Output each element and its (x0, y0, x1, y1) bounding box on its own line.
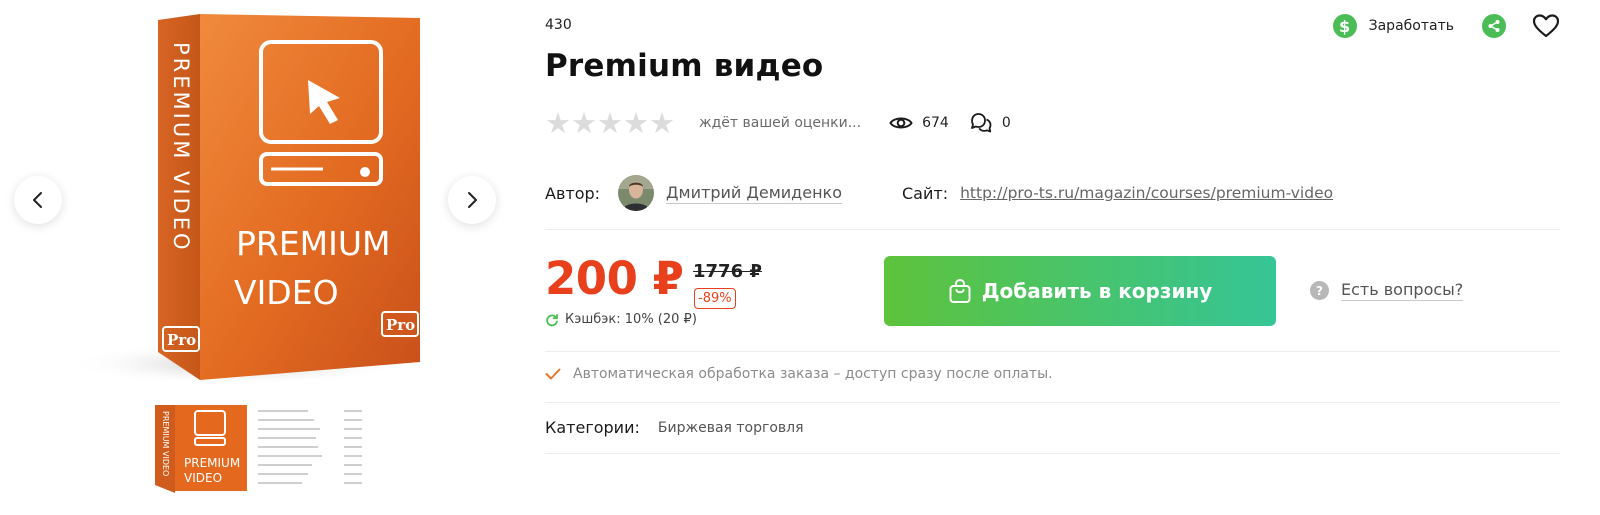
heart-icon[interactable] (1532, 12, 1560, 40)
star-icon[interactable]: ★ (623, 108, 649, 138)
questions-label: Есть вопросы? (1341, 280, 1464, 301)
earn-button[interactable]: $ Заработать (1332, 14, 1454, 38)
rating-row: ★ ★ ★ ★ ★ ждёт вашей оценки... 674 0 (545, 108, 1011, 138)
box-front-line1: PREMIUM (236, 224, 391, 263)
chevron-right-icon (468, 192, 477, 208)
divider (545, 229, 1560, 230)
question-icon: ? (1310, 281, 1329, 300)
thumb-text-line1: PREMIUM (184, 456, 240, 470)
rating-text: ждёт вашей оценки... (699, 115, 862, 131)
page-title: Premium видео (545, 48, 824, 84)
gallery-prev-button[interactable] (14, 176, 62, 224)
site-label: Сайт: (902, 183, 949, 203)
author-name-link[interactable]: Дмитрий Демиденко (666, 183, 842, 204)
product-sku: 430 (545, 17, 572, 33)
box-side-text: PREMIUM VIDEO (169, 42, 193, 253)
old-price: 1776 ₽ (693, 261, 762, 282)
star-icon[interactable]: ★ (597, 108, 623, 138)
add-to-cart-label: Добавить в корзину (981, 279, 1213, 303)
dollar-icon: $ (1332, 14, 1357, 38)
auto-processing-notice: Автоматическая обработка заказа – доступ… (545, 366, 1053, 382)
categories-row: Категории: Биржевая торговля (545, 418, 804, 437)
gallery-thumbnail-2[interactable] (258, 405, 368, 493)
check-icon (545, 368, 561, 380)
views-counter: 674 (889, 115, 949, 131)
price-block: 200 ₽ 1776 ₽ -89% Кэшбэк: 10% (20 ₽) (545, 252, 875, 332)
divider (545, 402, 1560, 403)
cashback-info: Кэшбэк: 10% (20 ₽) (545, 312, 697, 327)
svg-text:PREMIUM VIDEO: PREMIUM VIDEO (161, 411, 170, 476)
divider (545, 453, 1560, 454)
refresh-icon (546, 313, 558, 326)
star-icon[interactable]: ★ (571, 108, 597, 138)
gallery-next-button[interactable] (448, 176, 496, 224)
category-link[interactable]: Биржевая торговля (658, 420, 804, 436)
author-row: Автор: Дмитрий Демиденко Сайт: http://pr… (545, 175, 1333, 211)
discount-badge: -89% (694, 288, 736, 309)
comments-counter[interactable]: 0 (969, 112, 1011, 134)
star-icon[interactable]: ★ (649, 108, 675, 138)
box-front-line2: VIDEO (234, 273, 339, 312)
thumb-text-line2: VIDEO (184, 471, 222, 485)
box-badge-side: Pro (167, 331, 196, 349)
cashback-text: Кэшбэк: 10% (20 ₽) (565, 312, 697, 327)
shopping-bag-icon (949, 278, 971, 303)
top-actions: $ Заработать (1332, 10, 1560, 42)
star-icon[interactable]: ★ (545, 108, 571, 138)
gallery-thumbnail-1[interactable]: PREMIUM VIDEO PREMIUM VIDEO (147, 405, 257, 493)
author-label: Автор: (545, 183, 601, 203)
comment-icon (970, 113, 992, 133)
questions-link[interactable]: ? Есть вопросы? (1310, 280, 1464, 301)
divider (545, 351, 1560, 352)
comments-count: 0 (1001, 115, 1011, 131)
product-main-image[interactable]: PREMIUM VIDEO PREMIUM VIDEO Pro Pro (68, 12, 428, 387)
earn-label: Заработать (1368, 18, 1454, 34)
chevron-left-icon (33, 192, 42, 208)
share-icon[interactable] (1482, 14, 1506, 38)
product-info: 430 Premium видео $ Заработать ★ ★ ★ ★ ★… (545, 0, 1560, 515)
add-to-cart-button[interactable]: Добавить в корзину (884, 256, 1276, 326)
views-count: 674 (922, 115, 949, 131)
product-gallery: PREMIUM VIDEO PREMIUM VIDEO Pro Pro PREM… (0, 0, 510, 515)
current-price: 200 ₽ (545, 252, 684, 305)
categories-label: Категории: (545, 418, 640, 437)
eye-icon (889, 117, 913, 129)
box-badge-front: Pro (386, 316, 415, 334)
auto-processing-text: Автоматическая обработка заказа – доступ… (573, 366, 1053, 382)
rating-stars[interactable]: ★ ★ ★ ★ ★ (545, 108, 675, 138)
avatar[interactable] (618, 175, 655, 211)
site-link[interactable]: http://pro-ts.ru/magazin/courses/premium… (960, 184, 1333, 202)
